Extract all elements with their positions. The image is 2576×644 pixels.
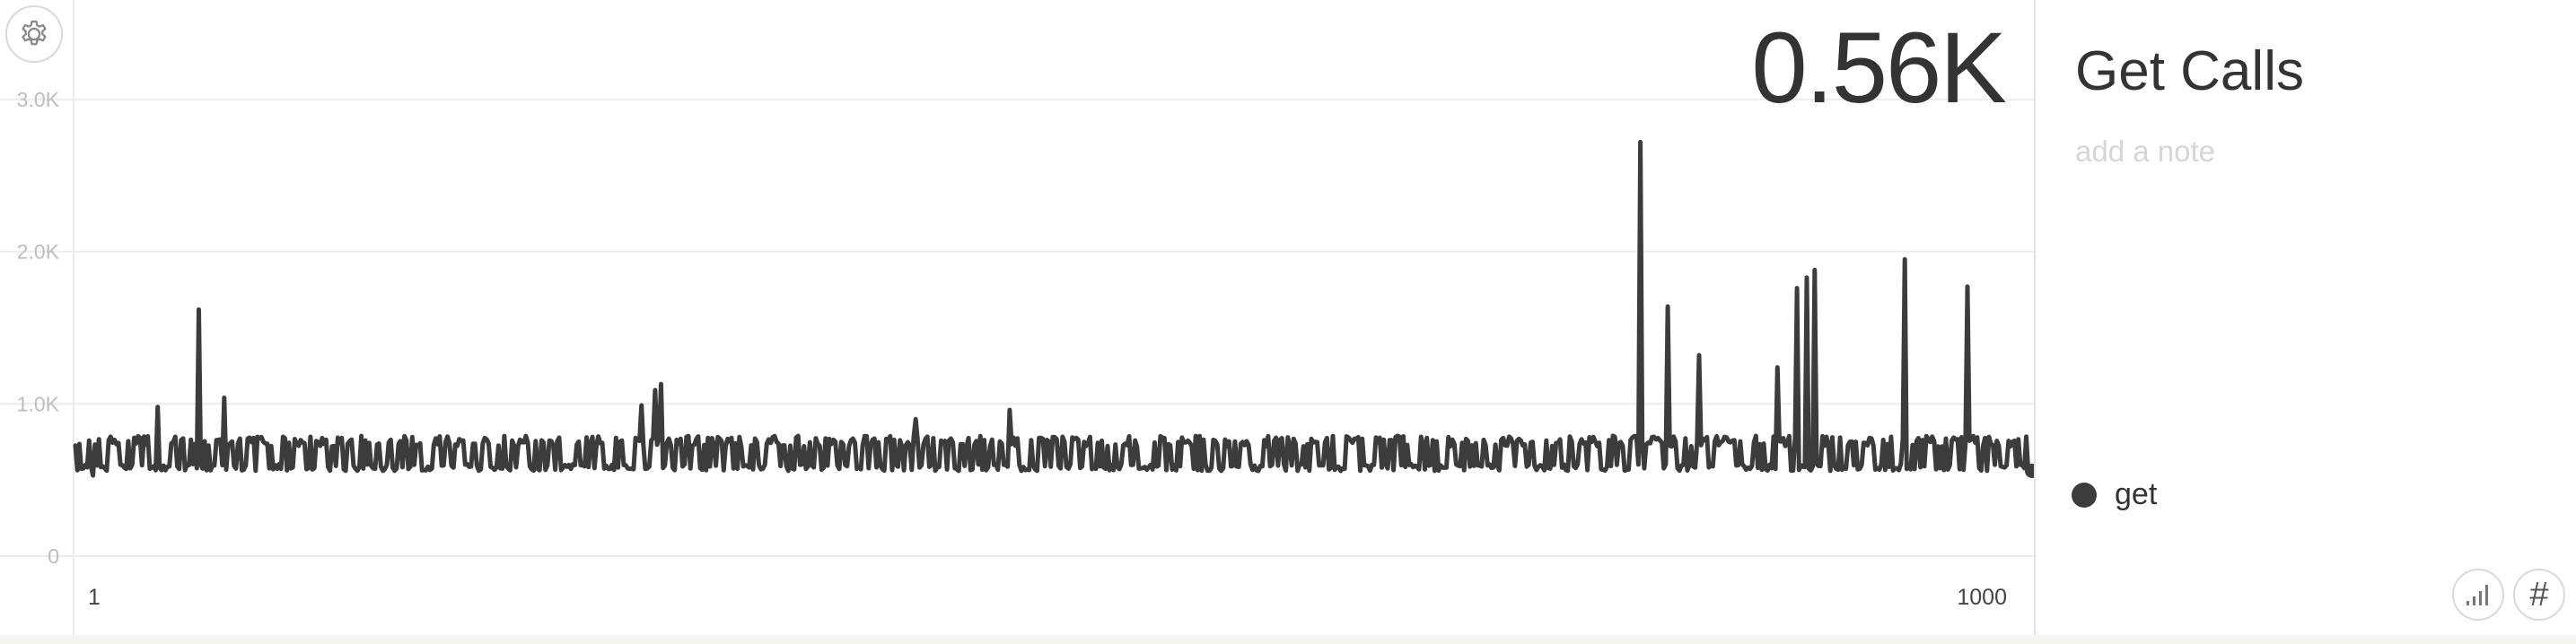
x-tick-label: 1000	[1957, 585, 2007, 610]
grid	[0, 0, 2034, 635]
x-axis: 1 1000	[88, 585, 2007, 610]
number-format-button[interactable]: #	[2513, 569, 2565, 621]
side-panel: Get Calls add a note get #	[2034, 0, 2576, 635]
line-chart: 0 1.0K 2.0K 3.0K 1 1000	[0, 0, 2034, 635]
panel-title: Get Calls	[2075, 40, 2304, 102]
y-tick-label: 2.0K	[17, 240, 60, 264]
y-tick-label: 1.0K	[17, 392, 60, 415]
settings-button[interactable]	[5, 5, 63, 63]
bar-chart-icon	[2466, 585, 2488, 605]
note-input[interactable]: add a note	[2075, 135, 2215, 169]
bottom-strip	[0, 635, 2576, 644]
series-line-get	[73, 139, 2034, 478]
legend-label-get: get	[2115, 477, 2158, 511]
x-tick-label: 1	[88, 585, 101, 610]
y-tick-label: 0	[48, 544, 59, 568]
current-value: 0.56K	[1751, 12, 2007, 124]
legend-swatch-get	[2072, 482, 2097, 508]
y-axis: 0 1.0K 2.0K 3.0K	[17, 88, 60, 568]
chart-type-button[interactable]	[2452, 569, 2504, 621]
dashboard-panel: 0 1.0K 2.0K 3.0K 1 1000 0.56K Get Calls add …	[0, 0, 2576, 644]
legend: get	[2072, 477, 2157, 512]
chart-area: 0 1.0K 2.0K 3.0K 1 1000 0.56K	[0, 0, 2034, 635]
gear-icon	[22, 20, 47, 46]
hash-icon: #	[2529, 575, 2549, 614]
y-tick-label: 3.0K	[17, 88, 60, 111]
